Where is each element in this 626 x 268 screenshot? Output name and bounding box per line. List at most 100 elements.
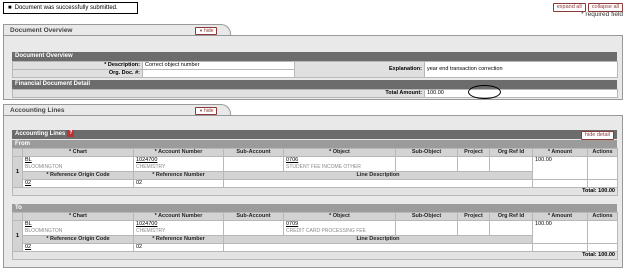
column-header-line-description: Line Description (223, 235, 533, 244)
hide-label: hide (203, 108, 214, 114)
reference-origin-cell: 02 (22, 243, 134, 252)
explanation-field[interactable]: year end transaction correction (424, 61, 618, 78)
chart-link[interactable]: BL (25, 158, 131, 165)
success-message-text: Document was successfully submitted. (14, 5, 118, 11)
sub-account-cell (223, 156, 284, 172)
sub-object-cell (395, 156, 458, 172)
column-header-actions: Actions (587, 212, 618, 221)
row-number: 1 (12, 220, 23, 252)
reference-number-cell: 02 (133, 179, 224, 188)
description-label: * Description: (12, 61, 143, 70)
account-cell: 1024700 CHEMISTRY (133, 220, 224, 236)
from-lines-table: * Chart * Account Number Sub-Account * O… (12, 148, 618, 196)
accounting-lines-hide-button[interactable]: ▼hide (195, 107, 218, 115)
column-header-amount: * Amount (532, 148, 588, 157)
highlight-oval (468, 85, 501, 99)
project-cell (457, 220, 490, 236)
column-header-sub-object: Sub-Object (395, 212, 458, 221)
column-header-sub-account: Sub-Account (223, 148, 284, 157)
object-description: CREDIT CARD PROCESSING FEE (286, 228, 366, 234)
account-link[interactable]: 1024700 (136, 158, 221, 165)
column-header-account-number: * Account Number (133, 148, 224, 157)
object-cell: 0709 CREDIT CARD PROCESSING FEE (283, 220, 396, 236)
required-field-note: * required field (581, 11, 623, 18)
bullet-icon: ■ (8, 5, 12, 11)
amount-cell: 100.00 (532, 156, 588, 180)
chart-link[interactable]: BL (25, 222, 131, 229)
org-doc-label: Org. Doc. #: (12, 69, 143, 78)
help-icon[interactable]: ? (67, 130, 75, 137)
row-number: 1 (12, 156, 23, 188)
sub-object-cell (395, 220, 458, 236)
account-link[interactable]: 1024700 (136, 222, 221, 229)
chart-cell: BL BLOOMINGTON (22, 220, 134, 236)
column-header-amount: * Amount (532, 212, 588, 221)
org-doc-field[interactable] (142, 69, 295, 78)
reference-number-cell: 02 (133, 243, 224, 252)
column-header-org-ref-id: Org Ref Id (489, 212, 533, 221)
explanation-label: Explanation: (294, 61, 425, 78)
document-overview-header: Document Overview (12, 52, 617, 61)
column-header-reference-number: * Reference Number (133, 171, 224, 180)
tab-document-overview-label: Document Overview (10, 27, 73, 34)
column-header-chart: * Chart (22, 212, 134, 221)
reference-origin-link[interactable]: 02 (25, 245, 31, 251)
chart-cell: BL BLOOMINGTON (22, 156, 134, 172)
org-ref-id-cell (489, 220, 533, 236)
column-header-project: Project (457, 148, 490, 157)
to-header: To (12, 204, 617, 212)
from-header: From (12, 140, 617, 148)
column-header-reference-number: * Reference Number (133, 235, 224, 244)
account-description: CHEMISTRY (136, 164, 166, 170)
chart-description: BLOOMINGTON (25, 228, 63, 234)
triangle-down-icon: ▼ (199, 28, 203, 33)
object-cell: 0706 STUDENT FEE INCOME OTHER (283, 156, 396, 172)
reference-origin-cell: 02 (22, 179, 134, 188)
line-description-cell (223, 243, 533, 252)
triangle-down-icon: ▼ (199, 108, 203, 113)
column-header-object: * Object (283, 212, 396, 221)
success-message: ■ Document was successfully submitted. (3, 2, 138, 14)
column-header-line-description: Line Description (223, 171, 533, 180)
project-cell (457, 156, 490, 172)
actions-blank-cell (587, 243, 618, 252)
total-amount-label: Total Amount: (12, 89, 425, 98)
hide-detail-button[interactable]: hide detail (580, 131, 614, 140)
column-header-reference-origin-code: * Reference Origin Code (22, 235, 134, 244)
description-field[interactable]: Correct object number (142, 61, 295, 70)
column-header-actions: Actions (587, 148, 618, 157)
hide-label: hide (203, 28, 214, 34)
object-link[interactable]: 0706 (286, 158, 393, 165)
object-link[interactable]: 0709 (286, 222, 393, 229)
column-header-project: Project (457, 212, 490, 221)
accounting-lines-header-title: Accounting Lines (15, 131, 66, 138)
total-amount-value: 100.00 (424, 89, 618, 98)
amount-blank-cell (532, 243, 588, 252)
to-lines-table: * Chart * Account Number Sub-Account * O… (12, 212, 618, 260)
account-cell: 1024700 CHEMISTRY (133, 156, 224, 172)
reference-origin-link[interactable]: 02 (25, 181, 31, 187)
blank-header (12, 148, 23, 157)
actions-cell (587, 156, 618, 180)
from-total: Total: 100.00 (12, 187, 618, 196)
tab-accounting-lines-label: Accounting Lines (10, 107, 65, 114)
column-header-account-number: * Account Number (133, 212, 224, 221)
document-overview-table: * Description: Correct object number Exp… (12, 61, 618, 78)
column-header-object: * Object (283, 148, 396, 157)
to-total: Total: 100.00 (12, 251, 618, 260)
sub-account-cell (223, 220, 284, 236)
column-header-reference-origin-code: * Reference Origin Code (22, 171, 134, 180)
account-description: CHEMISTRY (136, 228, 166, 234)
blank-header (12, 212, 23, 221)
org-ref-id-cell (489, 156, 533, 172)
actions-blank-cell (587, 179, 618, 188)
line-description-cell (223, 179, 533, 188)
financial-detail-table: Total Amount: 100.00 (12, 89, 618, 98)
document-overview-hide-button[interactable]: ▼hide (195, 27, 218, 35)
financial-document-detail-header: Financial Document Detail (12, 80, 617, 89)
column-header-sub-account: Sub-Account (223, 212, 284, 221)
amount-cell: 100.00 (532, 220, 588, 244)
object-description: STUDENT FEE INCOME OTHER (286, 164, 361, 170)
accounting-lines-header: Accounting Lines? hide detail (12, 130, 617, 140)
column-header-org-ref-id: Org Ref Id (489, 148, 533, 157)
